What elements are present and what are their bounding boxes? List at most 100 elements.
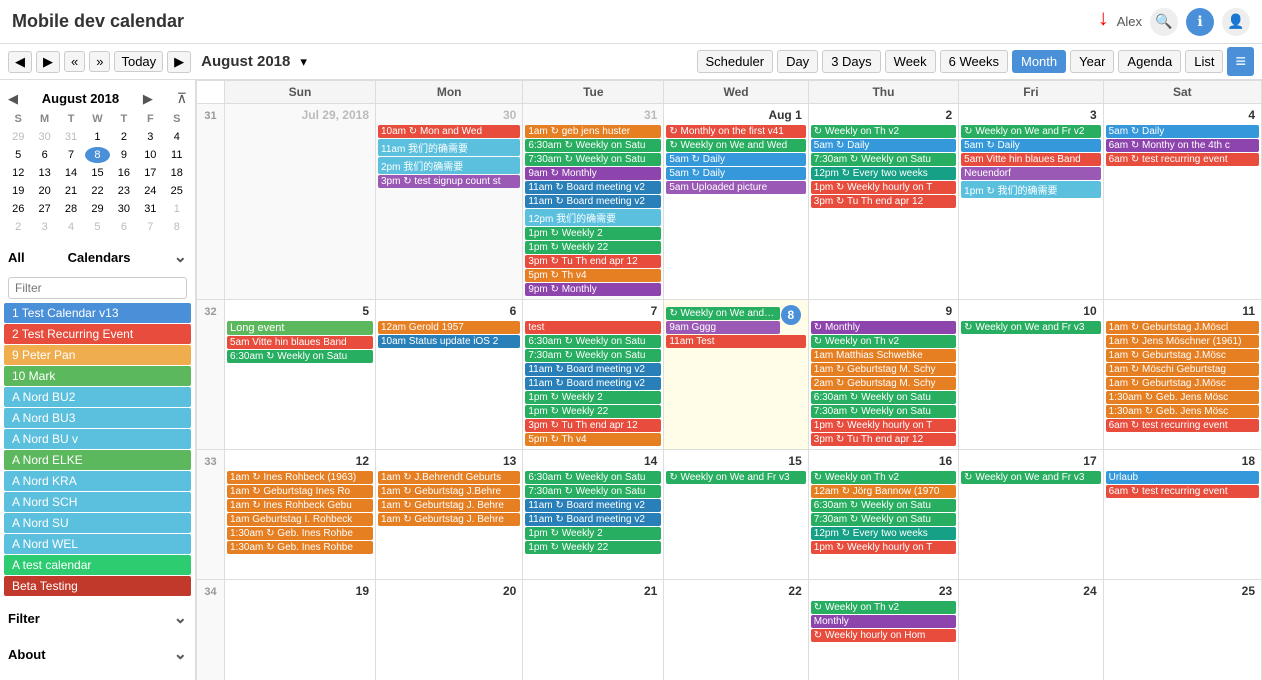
filter-section[interactable]: Filter ⌄ — [0, 604, 195, 632]
event[interactable]: 5pm ↻ Th v4 — [525, 433, 661, 446]
event[interactable]: 6am ↻ test recurring event — [1106, 419, 1259, 432]
event[interactable]: 12pm ↻ Every two weeks — [811, 527, 956, 540]
day-aug10[interactable]: 10 ↻ Weekly on We and Fr v3 — [959, 300, 1103, 450]
event[interactable]: 5am Vitte hin blaues Band — [227, 336, 373, 349]
mini-day[interactable]: 19 — [6, 183, 30, 199]
event[interactable]: 1am ↻ Jens Möschner (1961) — [1106, 335, 1259, 348]
double-prev-btn[interactable]: « — [64, 51, 85, 72]
cal-item-13[interactable]: A test calendar — [4, 555, 191, 575]
event[interactable]: 3pm ↻ Tu Th end apr 12 — [525, 419, 661, 432]
about-expand[interactable]: ⌄ — [174, 644, 187, 664]
mini-day[interactable]: 22 — [85, 183, 109, 199]
day-aug18[interactable]: 18 Urlaub 6am ↻ test recurring event — [1103, 450, 1261, 580]
event[interactable]: 5pm ↻ Th v4 — [525, 269, 661, 282]
day-aug22[interactable]: 22 — [664, 580, 808, 680]
mini-day[interactable]: 5 — [6, 147, 30, 163]
event[interactable]: 2am ↻ Geburtstag M. Schy — [811, 377, 956, 390]
event[interactable]: 11am ↻ Board meeting v2 — [525, 363, 661, 376]
event[interactable]: 5am ↻ Daily — [811, 139, 956, 152]
cal-item-2[interactable]: 2 Test Recurring Event — [4, 324, 191, 344]
cal-item-1[interactable]: 1 Test Calendar v13 — [4, 303, 191, 323]
event[interactable]: 1am ↻ Geburtstag J. Behre — [378, 499, 520, 512]
mini-day[interactable]: 23 — [112, 183, 136, 199]
event[interactable]: 11am ↻ Board meeting v2 — [525, 195, 661, 208]
event[interactable]: 12am ↻ Jörg Bannow (1970 — [811, 485, 956, 498]
day-aug7[interactable]: 7 test 6:30am ↻ Weekly on Satu 7:30am ↻ … — [523, 300, 664, 450]
event[interactable]: 1am ↻ Möschi Geburtstag — [1106, 363, 1259, 376]
event[interactable]: 1pm ↻ Weekly 22 — [525, 541, 661, 554]
day-aug25[interactable]: 25 — [1103, 580, 1261, 680]
event[interactable]: 1:30am ↻ Geb. Jens Mösc — [1106, 405, 1259, 418]
day-aug16[interactable]: 16 ↻ Weekly on Th v2 12am ↻ Jörg Bannow … — [808, 450, 958, 580]
event[interactable]: 7:30am ↻ Weekly on Satu — [525, 485, 661, 498]
week-btn[interactable]: Week — [885, 50, 936, 73]
event[interactable]: ↻ Weekly on We and Fr v2 — [961, 125, 1100, 138]
mini-day[interactable]: 17 — [138, 165, 162, 181]
mini-prev-btn[interactable]: ◀ — [8, 91, 18, 107]
mini-day[interactable]: 12 — [6, 165, 30, 181]
day-aug15[interactable]: 15 ↻ Weekly on We and Fr v3 — [664, 450, 808, 580]
user-icon[interactable]: 👤 — [1222, 8, 1250, 36]
3days-btn[interactable]: 3 Days — [822, 50, 880, 73]
event[interactable]: 1pm ↻ Weekly hourly on T — [811, 419, 956, 432]
cal-item-9[interactable]: A Nord KRA — [4, 471, 191, 491]
double-next-btn[interactable]: » — [89, 51, 110, 72]
info-icon[interactable]: ℹ — [1186, 8, 1214, 36]
mini-day[interactable]: 26 — [6, 201, 30, 217]
cal-item-14[interactable]: Beta Testing — [4, 576, 191, 596]
mini-next-btn[interactable]: ▶ — [143, 91, 153, 107]
mini-day[interactable]: 14 — [59, 165, 83, 181]
event[interactable]: ↻ Weekly on We and Wed — [666, 139, 805, 152]
event[interactable]: ↻ Weekly on Th v2 — [811, 471, 956, 484]
cal-item-10[interactable]: A Nord SCH — [4, 492, 191, 512]
cal-item-12[interactable]: A Nord WEL — [4, 534, 191, 554]
event[interactable]: 9am Gggg — [666, 321, 779, 334]
event[interactable]: Monthly — [811, 615, 956, 628]
day-aug4[interactable]: 4 5am ↻ Daily 6am ↻ Monthy on the 4th c … — [1103, 104, 1261, 300]
event[interactable]: 6am ↻ test recurring event — [1106, 485, 1259, 498]
event[interactable]: 6:30am ↻ Weekly on Satu — [811, 499, 956, 512]
event[interactable]: 7:30am ↻ Weekly on Satu — [811, 513, 956, 526]
event[interactable]: ↻ Weekly on Th v2 — [811, 125, 956, 138]
event[interactable]: 1pm ↻ 我们的确需要 — [961, 181, 1100, 198]
day-jul30[interactable]: 30 10am ↻ Mon and Wed 11am 我们的确需要 2pm 我们… — [376, 104, 523, 300]
event[interactable]: 10am Status update iOS 2 — [378, 335, 520, 348]
event[interactable]: 5am ↻ Daily — [666, 153, 805, 166]
today-btn[interactable]: Today — [114, 51, 163, 72]
event[interactable]: 1pm ↻ Weekly 2 — [525, 227, 661, 240]
event[interactable]: 1:30am ↻ Geb. Ines Rohbe — [227, 541, 373, 554]
event[interactable]: 1pm ↻ Weekly hourly on T — [811, 541, 956, 554]
mini-day[interactable]: 30 — [32, 129, 56, 145]
menu-btn[interactable]: ≡ — [1227, 47, 1254, 76]
mini-day[interactable]: 29 — [85, 201, 109, 217]
scheduler-btn[interactable]: Scheduler — [697, 50, 774, 73]
event[interactable]: ↻ Monthly on the first v41 — [666, 125, 805, 138]
period-dropdown[interactable]: ▾ — [300, 54, 307, 70]
day-aug12[interactable]: 12 1am ↻ Ines Rohbeck (1963) 1am ↻ Gebur… — [225, 450, 376, 580]
event[interactable]: 7:30am ↻ Weekly on Satu — [811, 153, 956, 166]
event[interactable]: 1am ↻ Geburtstag J.Mösc — [1106, 377, 1259, 390]
event[interactable]: ↻ Monthly — [811, 321, 956, 334]
day-aug20[interactable]: 20 — [376, 580, 523, 680]
about-section[interactable]: About ⌄ — [0, 640, 195, 668]
event[interactable]: 6:30am ↻ Weekly on Satu — [525, 471, 661, 484]
prev-month-btn[interactable]: ◀ — [8, 51, 32, 73]
day-aug2[interactable]: 2 ↻ Weekly on Th v2 5am ↻ Daily 7:30am ↻… — [808, 104, 958, 300]
mini-day[interactable]: 16 — [112, 165, 136, 181]
event[interactable]: 1am ↻ geb jens huster — [525, 125, 661, 138]
calendars-section-header[interactable]: All Calendars ⌄ — [0, 241, 195, 273]
mini-day[interactable]: 21 — [59, 183, 83, 199]
event[interactable]: 11am ↻ Board meeting v2 — [525, 377, 661, 390]
day-aug23[interactable]: 23 ↻ Weekly on Th v2 Monthly ↻ Weekly ho… — [808, 580, 958, 680]
event[interactable]: 1pm ↻ Weekly 22 — [525, 405, 661, 418]
day-aug5[interactable]: 5 Long event 5am Vitte hin blaues Band 6… — [225, 300, 376, 450]
event[interactable]: 5am Uploaded picture — [666, 181, 805, 194]
event[interactable]: 7:30am ↻ Weekly on Satu — [525, 349, 661, 362]
event[interactable]: 1am Matthias Schwebke — [811, 349, 956, 362]
event[interactable]: 1am ↻ Geburtstag M. Schy — [811, 363, 956, 376]
event[interactable]: 1am Geburtstag I. Rohbeck — [227, 513, 373, 526]
month-btn[interactable]: Month — [1012, 50, 1066, 73]
event[interactable]: 3pm ↻ Tu Th end apr 12 — [811, 195, 956, 208]
next-btn2[interactable]: ▶ — [167, 51, 191, 73]
event[interactable]: 1am ↻ Geburtstag J.Mösc — [1106, 349, 1259, 362]
